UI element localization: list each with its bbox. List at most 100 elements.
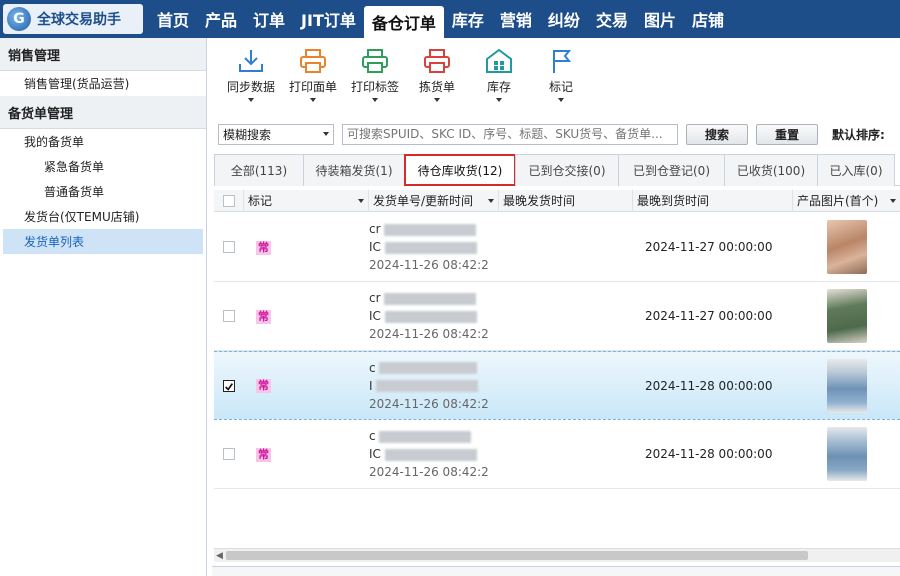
tab-stocked[interactable]: 已入库(0) bbox=[817, 154, 895, 186]
col-header-order-no-label: 发货单号/更新时间 bbox=[373, 194, 474, 208]
tab-received[interactable]: 已收货(100) bbox=[724, 154, 818, 186]
nav-disputes[interactable]: 纠纷 bbox=[540, 0, 588, 38]
col-header-mark-label: 标记 bbox=[248, 194, 273, 208]
select-all-checkbox[interactable] bbox=[222, 194, 235, 207]
sidebar-item-ship-list[interactable]: 发货单列表 bbox=[3, 229, 203, 254]
nav-orders[interactable]: 订单 bbox=[245, 0, 293, 38]
print-face-label: 打印面单 bbox=[288, 80, 337, 94]
caret-down-icon bbox=[434, 98, 440, 102]
col-header-mark[interactable]: 标记 bbox=[244, 189, 369, 212]
arrive-time: 2024-11-27 00:00:00 bbox=[645, 240, 773, 254]
col-header-ship-time[interactable]: 最晚发货时间 bbox=[499, 189, 633, 212]
sidebar-section-stock[interactable]: 备货单管理 bbox=[0, 96, 206, 129]
mark-button[interactable]: 标记 bbox=[530, 38, 592, 106]
top-nav-bar: G 全球交易助手 首页 产品 订单 JIT订单 备仓订单 库存 营销 纠纷 交易… bbox=[0, 0, 900, 38]
col-header-order-no[interactable]: 发货单号/更新时间 bbox=[369, 189, 499, 212]
sidebar-section-sales[interactable]: 销售管理 bbox=[0, 38, 206, 71]
nav-inventory[interactable]: 库存 bbox=[444, 0, 492, 38]
row-checkbox[interactable] bbox=[223, 448, 235, 460]
app-title: 全球交易助手 bbox=[37, 12, 121, 28]
chevron-down-icon bbox=[488, 198, 494, 203]
sidebar-item-urgent[interactable]: 紧急备货单 bbox=[0, 154, 206, 179]
table-row[interactable]: 常 c IC 2024-11-26 08:42:2 2024-11-28 00:… bbox=[214, 420, 900, 489]
nav-stores[interactable]: 店铺 bbox=[684, 0, 732, 38]
sidebar-item-normal[interactable]: 普通备货单 bbox=[0, 179, 206, 204]
main-nav: 首页 产品 订单 JIT订单 备仓订单 库存 营销 纠纷 交易 图片 店铺 bbox=[149, 0, 732, 38]
bottom-bar bbox=[212, 566, 900, 576]
col-header-arrive-time[interactable]: 最晚到货时间 bbox=[633, 189, 793, 212]
order-no-line1: c bbox=[369, 429, 376, 443]
scroll-left-icon[interactable]: ◀ bbox=[216, 551, 223, 561]
nav-trade[interactable]: 交易 bbox=[588, 0, 636, 38]
regular-badge: 常 bbox=[256, 379, 271, 393]
redacted-order-no bbox=[384, 223, 477, 236]
toolbar: 同步数据 打印面单 打印标签 拣货单 库存 标记 bbox=[212, 38, 900, 106]
sidebar-item-ship-desk[interactable]: 发货台(仅TEMU店铺) bbox=[0, 204, 206, 229]
nav-images[interactable]: 图片 bbox=[636, 0, 684, 38]
sync-data-button[interactable]: 同步数据 bbox=[220, 38, 282, 106]
product-thumbnail[interactable] bbox=[826, 289, 867, 343]
regular-badge: 常 bbox=[256, 447, 271, 462]
tab-pending-receive[interactable]: 待仓库收货(12) bbox=[404, 154, 516, 186]
status-tabs: 全部(113) 待装箱发货(1) 待仓库收货(12) 已到仓交接(0) 已到仓登… bbox=[214, 154, 900, 186]
printer-icon bbox=[362, 49, 388, 73]
reset-button[interactable]: 重置 bbox=[756, 123, 818, 145]
flag-icon bbox=[553, 50, 572, 73]
table-row[interactable]: 常 cr IC 2024-11-26 08:42:2 2024-11-27 00… bbox=[214, 282, 900, 351]
product-thumbnail[interactable] bbox=[826, 358, 867, 413]
search-mode-select[interactable]: 模糊搜索 bbox=[218, 123, 334, 145]
sidebar-item-my-orders[interactable]: 我的备货单 bbox=[0, 129, 206, 154]
search-mode-value: 模糊搜索 bbox=[223, 127, 272, 142]
mark-label: 标记 bbox=[548, 80, 573, 94]
tab-handover[interactable]: 已到仓交接(0) bbox=[515, 154, 619, 186]
order-no-cell: c I 2024-11-26 08:42:2 bbox=[369, 359, 499, 413]
horizontal-scrollbar[interactable]: ◀ bbox=[214, 548, 900, 562]
pick-list-label: 拣货单 bbox=[418, 80, 455, 94]
nav-home[interactable]: 首页 bbox=[149, 0, 197, 38]
sort-label: 默认排序: bbox=[832, 127, 885, 142]
main-panel: 同步数据 打印面单 打印标签 拣货单 库存 标记 模糊搜索 可搜索SPUID、S… bbox=[212, 38, 900, 576]
chevron-down-icon bbox=[323, 132, 329, 136]
table-header: 标记 发货单号/更新时间 最晚发货时间 最晚到货时间 产品图片(首个) bbox=[214, 189, 900, 212]
redacted-order-no bbox=[384, 448, 477, 461]
arrive-time: 2024-11-28 00:00:00 bbox=[645, 378, 773, 393]
search-button[interactable]: 搜索 bbox=[686, 123, 748, 145]
tab-registered[interactable]: 已到仓登记(0) bbox=[618, 154, 725, 186]
caret-down-icon bbox=[372, 98, 378, 102]
table-body: 常 cr IC 2024-11-26 08:42:2 2024-11-27 00… bbox=[214, 213, 900, 489]
tab-pending-pack[interactable]: 待装箱发货(1) bbox=[303, 154, 405, 186]
nav-marketing[interactable]: 营销 bbox=[492, 0, 540, 38]
print-face-button[interactable]: 打印面单 bbox=[282, 38, 344, 106]
product-thumbnail[interactable] bbox=[826, 220, 867, 274]
row-checkbox[interactable] bbox=[223, 379, 235, 392]
scrollbar-thumb[interactable] bbox=[226, 551, 808, 560]
print-label-button[interactable]: 打印标签 bbox=[344, 38, 406, 106]
regular-badge: 常 bbox=[256, 309, 271, 324]
app-logo[interactable]: G 全球交易助手 bbox=[3, 4, 143, 34]
nav-jit-orders[interactable]: JIT订单 bbox=[293, 0, 364, 38]
nav-stock-orders[interactable]: 备仓订单 bbox=[363, 6, 444, 38]
printer-icon bbox=[300, 49, 326, 73]
select-all-cell bbox=[214, 189, 244, 212]
nav-products[interactable]: 产品 bbox=[197, 0, 245, 38]
sidebar-item-sales-ops[interactable]: 销售管理(货品运营) bbox=[0, 71, 206, 96]
redacted-order-no bbox=[376, 380, 479, 392]
arrive-time: 2024-11-27 00:00:00 bbox=[645, 309, 773, 323]
regular-badge: 常 bbox=[256, 240, 271, 255]
tab-all[interactable]: 全部(113) bbox=[214, 154, 304, 186]
row-checkbox[interactable] bbox=[223, 310, 235, 322]
table-row[interactable]: 常 cr IC 2024-11-26 08:42:2 2024-11-27 00… bbox=[214, 213, 900, 282]
col-header-image[interactable]: 产品图片(首个) bbox=[793, 190, 900, 212]
redacted-order-no bbox=[384, 241, 477, 254]
table-row[interactable]: 常 c I 2024-11-26 08:42:2 2024-11-28 00:0… bbox=[214, 351, 900, 420]
sidebar: 销售管理 销售管理(货品运营) 备货单管理 我的备货单 紧急备货单 普通备货单 … bbox=[0, 38, 207, 576]
row-checkbox[interactable] bbox=[223, 241, 235, 253]
product-thumbnail[interactable] bbox=[826, 427, 867, 481]
pick-list-button[interactable]: 拣货单 bbox=[406, 38, 468, 106]
search-input[interactable] bbox=[342, 123, 678, 145]
order-no-cell: cr IC 2024-11-26 08:42:2 bbox=[369, 289, 499, 343]
inventory-label: 库存 bbox=[486, 80, 511, 94]
caret-down-icon bbox=[496, 98, 502, 102]
col-header-image-label: 产品图片(首个) bbox=[797, 194, 879, 208]
inventory-button[interactable]: 库存 bbox=[468, 38, 530, 106]
